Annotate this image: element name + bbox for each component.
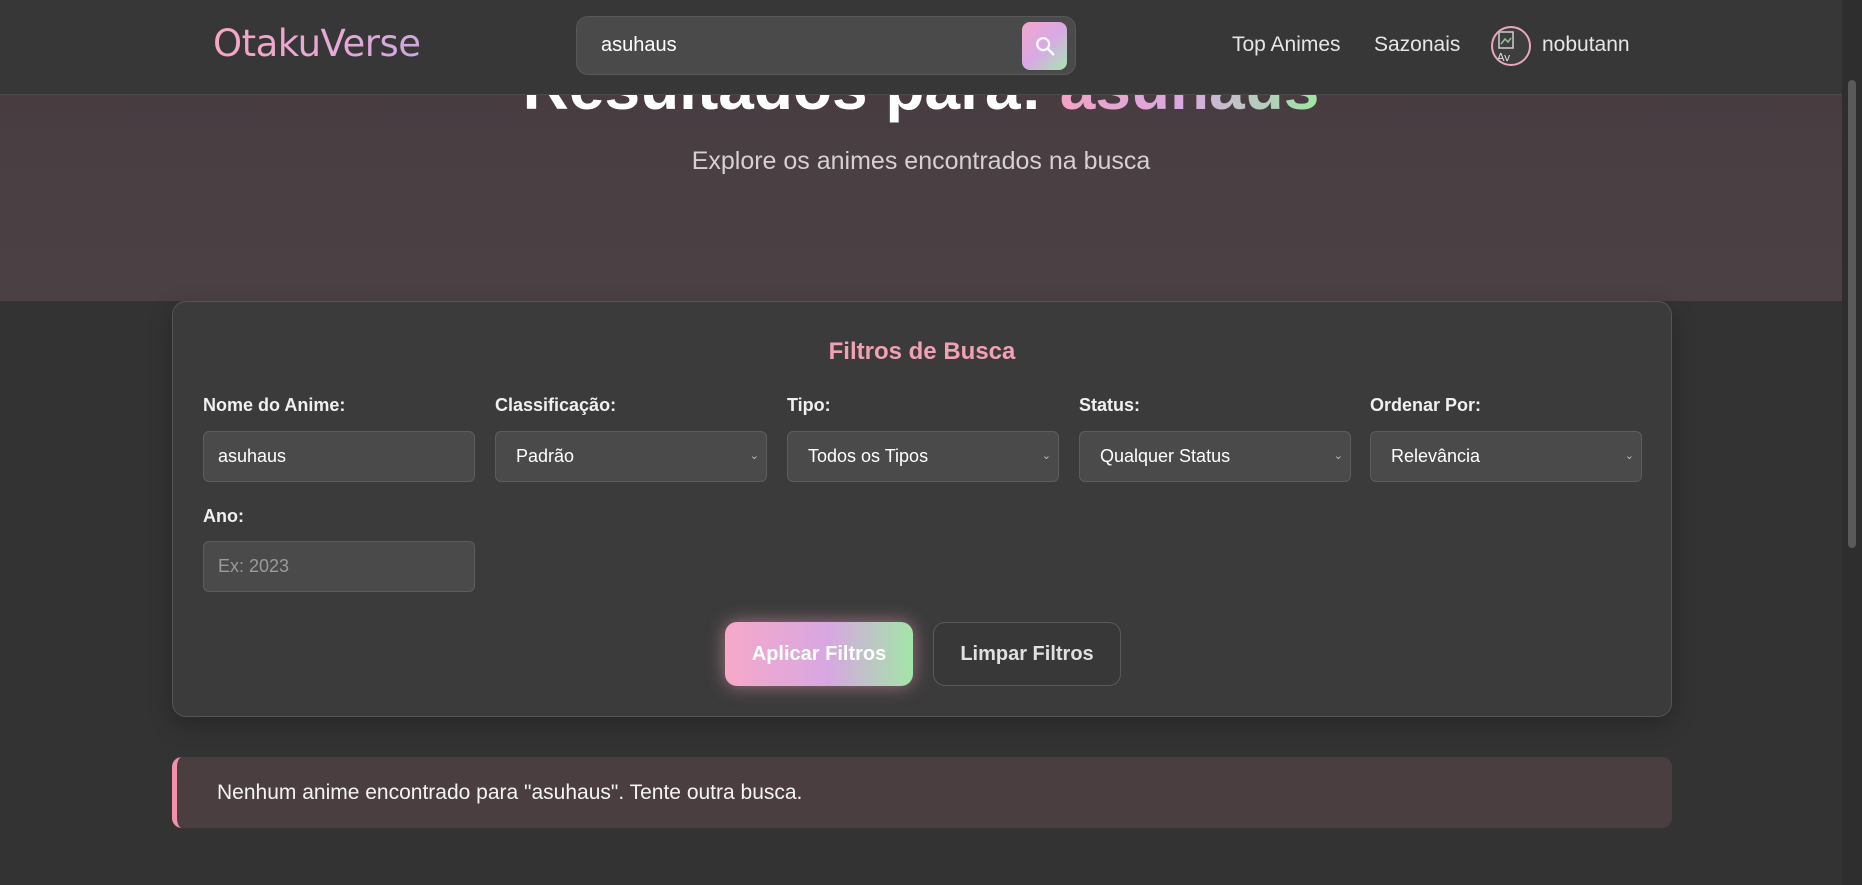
year-label: Ano: [203, 506, 244, 526]
order-label: Ordenar Por: [1370, 395, 1482, 415]
broken-image-icon: Av [1497, 31, 1514, 64]
type-select[interactable]: Todos os Tipos ⌄ [787, 431, 1059, 482]
chevron-down-icon: ⌄ [1624, 450, 1634, 462]
order-select[interactable]: Relevância ⌄ [1370, 431, 1642, 482]
chevron-down-icon: ⌄ [1333, 450, 1343, 462]
site-logo[interactable]: OtakuVerse [213, 22, 421, 65]
order-value: Relevância [1391, 446, 1481, 466]
no-results-message: Nenhum anime encontrado para "asuhaus". … [217, 781, 803, 804]
status-value: Qualquer Status [1100, 446, 1231, 466]
classification-select[interactable]: Padrão ⌄ [495, 431, 767, 482]
search-bar [576, 16, 1076, 75]
search-button[interactable] [1022, 22, 1067, 70]
type-label: Tipo: [787, 395, 831, 415]
type-value: Todos os Tipos [808, 446, 929, 466]
status-label: Status: [1079, 395, 1141, 415]
avatar[interactable]: Av [1491, 26, 1531, 66]
chevron-down-icon: ⌄ [1041, 450, 1051, 462]
chevron-down-icon: ⌄ [749, 450, 759, 462]
anime-name-label: Nome do Anime: [203, 395, 346, 415]
search-icon [1035, 37, 1054, 56]
filters-panel: Filtros de Busca Nome do Anime: Classifi… [172, 301, 1672, 717]
year-input[interactable] [203, 541, 475, 592]
clear-filters-button[interactable]: Limpar Filtros [933, 622, 1121, 686]
anime-name-input[interactable] [203, 431, 475, 482]
classification-value: Padrão [516, 446, 575, 466]
nav-top-animes[interactable]: Top Animes [1232, 33, 1341, 57]
top-header: OtakuVerse Top Animes Sazonais Av nobuta… [0, 0, 1842, 95]
apply-filters-button[interactable]: Aplicar Filtros [725, 622, 913, 686]
scrollbar-thumb[interactable] [1848, 80, 1856, 548]
page-scrollbar[interactable] [1842, 0, 1862, 885]
search-input[interactable] [601, 17, 1001, 74]
nav-sazonais[interactable]: Sazonais [1374, 33, 1460, 57]
status-select[interactable]: Qualquer Status ⌄ [1079, 431, 1351, 482]
filters-title: Filtros de Busca [828, 338, 1016, 365]
avatar-alt-text: Av [1497, 51, 1511, 64]
classification-label: Classificação: [495, 395, 617, 415]
username[interactable]: nobutann [1542, 33, 1630, 57]
no-results-alert: Nenhum anime encontrado para "asuhaus". … [172, 757, 1672, 828]
page-subtitle: Explore os animes encontrados na busca [691, 147, 1151, 175]
